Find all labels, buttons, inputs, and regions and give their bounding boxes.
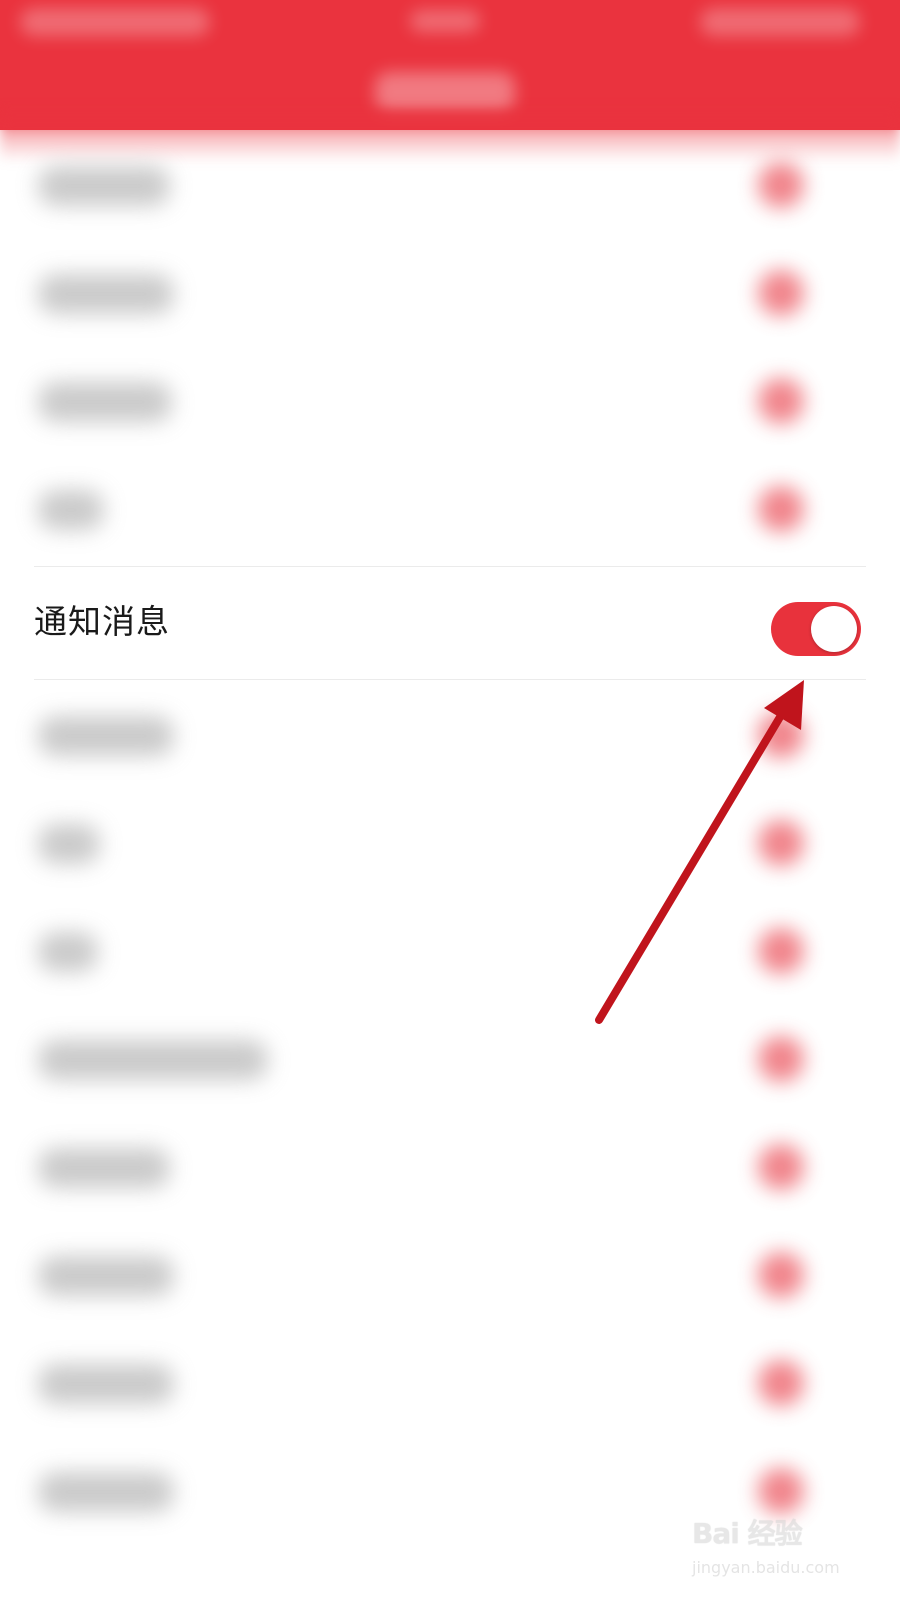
row-label-blurred <box>38 382 172 422</box>
row-toggle-blurred[interactable] <box>758 1252 804 1298</box>
notification-toggle[interactable] <box>771 602 861 656</box>
settings-row-blurred[interactable] <box>0 898 900 1006</box>
settings-row-blurred[interactable] <box>0 348 900 456</box>
row-toggle-blurred[interactable] <box>758 1144 804 1190</box>
row-label-blurred <box>38 932 98 972</box>
row-label-blurred <box>38 166 170 206</box>
settings-row-blurred[interactable] <box>0 132 900 240</box>
row-toggle-blurred[interactable] <box>758 1360 804 1406</box>
row-toggle-blurred[interactable] <box>758 928 804 974</box>
row-divider <box>34 566 866 567</box>
row-toggle-blurred[interactable] <box>758 486 804 532</box>
settings-screen: 通知消息 Bai 经验 jingyan.baidu.com <box>0 0 900 1600</box>
settings-row-blurred[interactable] <box>0 456 900 564</box>
row-toggle-blurred[interactable] <box>758 378 804 424</box>
row-label-blurred <box>38 1148 170 1188</box>
row-label-blurred <box>38 1472 174 1512</box>
row-toggle-blurred[interactable] <box>758 270 804 316</box>
baidu-jingyan-watermark: Bai 经验 jingyan.baidu.com <box>688 1506 878 1586</box>
row-label-blurred <box>38 1364 174 1404</box>
row-label-blurred <box>38 1040 268 1080</box>
status-bar-left-blurred <box>20 8 210 36</box>
watermark-site: jingyan.baidu.com <box>692 1558 840 1577</box>
settings-row-blurred[interactable] <box>0 1114 900 1222</box>
watermark-brand: Bai 经验 <box>692 1517 803 1550</box>
row-label-blurred <box>38 716 174 756</box>
settings-row-blurred[interactable] <box>0 1330 900 1438</box>
notification-label: 通知消息 <box>34 602 170 641</box>
row-toggle-blurred[interactable] <box>758 712 804 758</box>
row-label-blurred <box>38 824 100 864</box>
settings-row-blurred[interactable] <box>0 240 900 348</box>
row-label-blurred <box>38 1256 174 1296</box>
toggle-knob <box>811 606 857 652</box>
row-toggle-blurred[interactable] <box>758 162 804 208</box>
settings-row-blurred[interactable] <box>0 1222 900 1330</box>
settings-row-blurred[interactable] <box>0 790 900 898</box>
status-bar-center-blurred <box>410 10 480 32</box>
status-bar-right-blurred <box>700 8 860 36</box>
notification-setting-row[interactable]: 通知消息 <box>0 566 900 680</box>
row-divider <box>34 679 866 680</box>
settings-row-blurred[interactable] <box>0 1006 900 1114</box>
header-bar <box>0 0 900 130</box>
page-title-blurred <box>375 72 515 112</box>
settings-row-blurred[interactable] <box>0 682 900 790</box>
row-toggle-blurred[interactable] <box>758 820 804 866</box>
row-toggle-blurred[interactable] <box>758 1036 804 1082</box>
row-label-blurred <box>38 274 174 314</box>
row-label-blurred <box>38 490 104 530</box>
